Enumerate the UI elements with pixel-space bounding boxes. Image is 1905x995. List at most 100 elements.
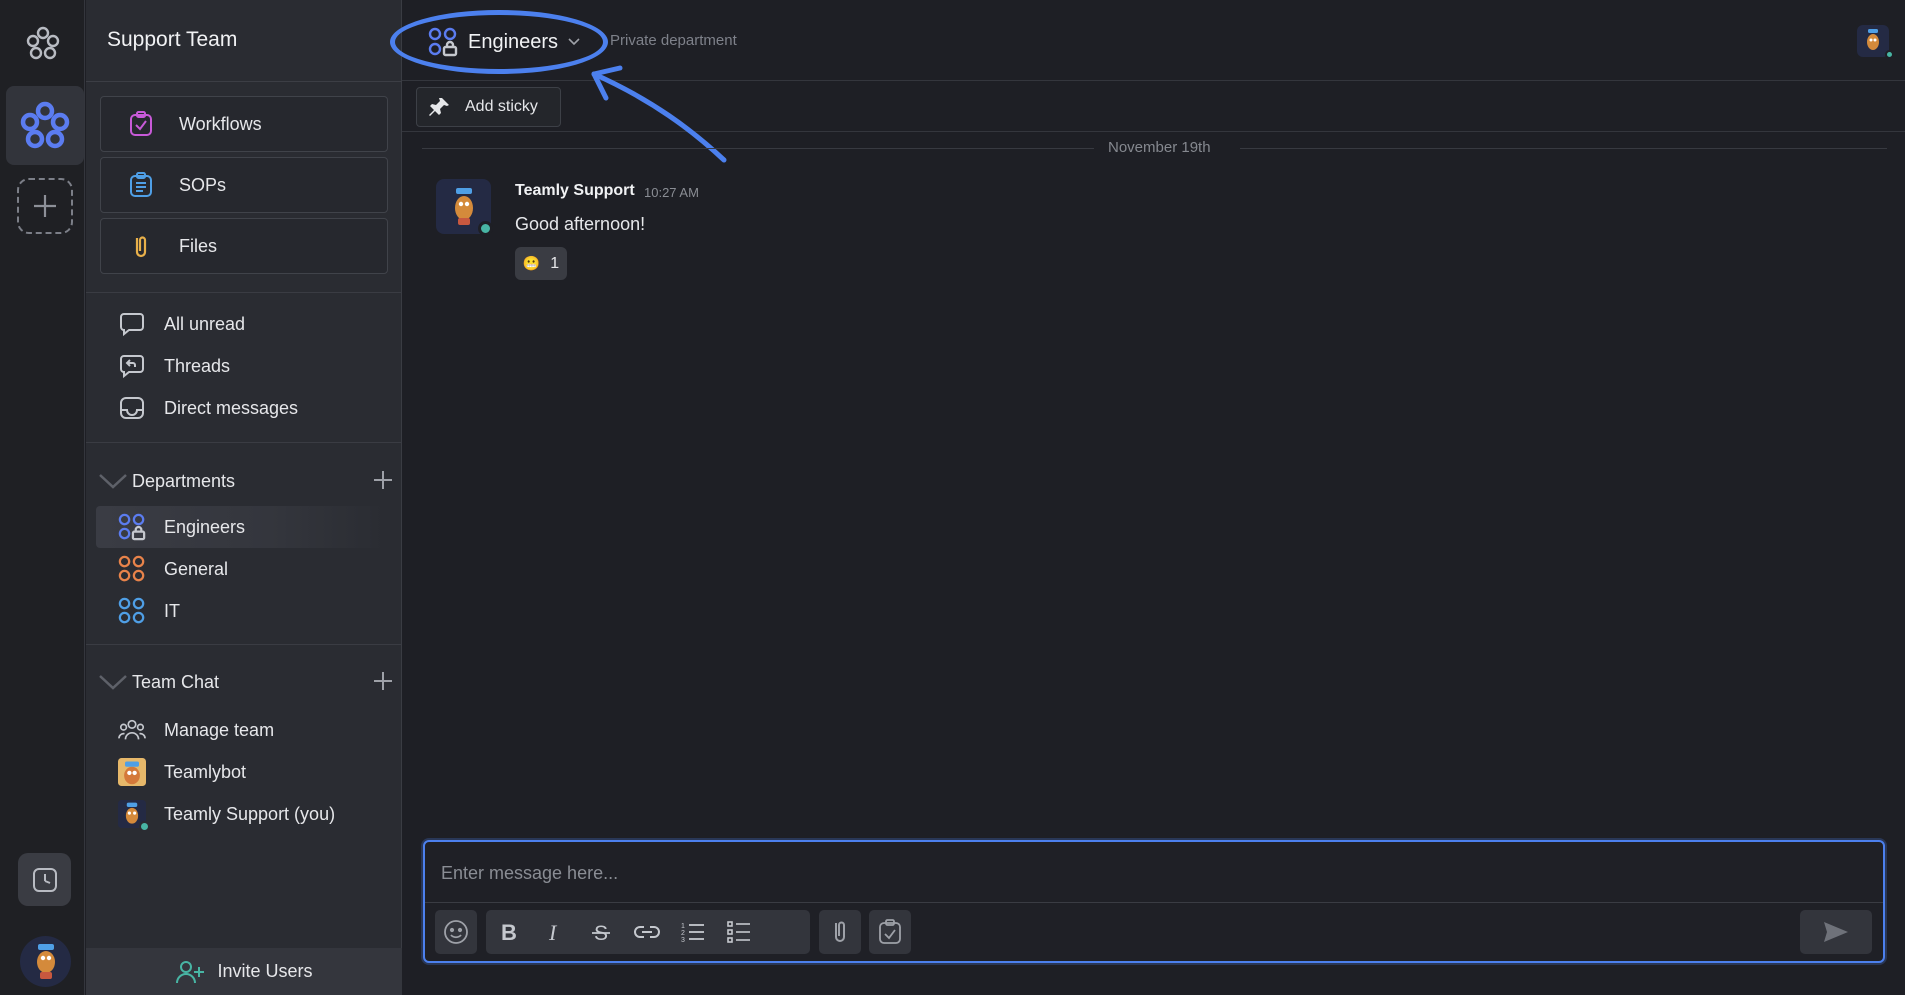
date-divider-line (422, 148, 1094, 149)
emoji-group (435, 910, 477, 954)
annotation-arrow (591, 65, 727, 163)
add-chat-icon[interactable] (372, 670, 394, 692)
attach-button[interactable] (819, 910, 861, 954)
department-icon (118, 597, 146, 625)
task-button[interactable] (869, 910, 911, 954)
date-divider-line (1240, 148, 1887, 149)
department-label: Engineers (164, 516, 246, 537)
department-general[interactable]: General (118, 553, 228, 585)
task-icon (879, 919, 901, 944)
divider (86, 292, 402, 293)
emoji-icon (444, 920, 468, 944)
message-input[interactable] (441, 858, 1861, 888)
team-icon (118, 716, 146, 744)
workflows-button[interactable]: Workflows (100, 96, 388, 152)
user-avatar[interactable] (20, 936, 71, 987)
workspace-support-team[interactable] (6, 86, 84, 165)
history-button[interactable] (18, 853, 71, 906)
chevron-down-icon[interactable] (98, 472, 132, 490)
online-status-dot (139, 821, 150, 832)
workspace-rail (0, 0, 85, 995)
bold-icon: B (501, 921, 517, 943)
department-title: Engineers (468, 30, 559, 53)
pin-icon (429, 98, 449, 116)
files-button[interactable]: Files (100, 218, 388, 274)
italic-button[interactable]: I (532, 910, 578, 954)
reaction-count: 1 (550, 254, 560, 272)
nav-threads[interactable]: Threads (118, 350, 230, 382)
send-button[interactable] (1800, 910, 1872, 954)
threads-icon (118, 352, 146, 380)
department-it[interactable]: IT (118, 595, 180, 627)
header-user-avatar[interactable] (1857, 25, 1889, 57)
avatar-icon (36, 943, 55, 979)
online-status-dot (478, 221, 493, 236)
ordered-list-button[interactable]: 123 (670, 910, 716, 954)
sops-label: SOPs (179, 174, 227, 195)
nav-label: All unread (164, 313, 246, 334)
departments-label: Departments (132, 470, 236, 491)
strikethrough-icon: S (592, 922, 610, 943)
strikethrough-button[interactable]: S (578, 910, 624, 954)
chat-label: Teamlybot (164, 761, 247, 782)
departments-header[interactable]: Departments (98, 466, 394, 496)
date-divider: November 19th (1108, 139, 1211, 156)
format-toolbar: B I S 123 (486, 910, 810, 954)
bold-button[interactable]: B (486, 910, 532, 954)
bullet-list-icon (727, 921, 750, 943)
chat-teamly-support[interactable]: Teamly Support (you) (118, 798, 335, 832)
add-workspace-button[interactable] (17, 178, 73, 234)
chevron-down-icon (568, 38, 580, 46)
nav-label: Threads (164, 355, 231, 376)
nav-direct-messages[interactable]: Direct messages (118, 392, 298, 424)
team-chat-header[interactable]: Team Chat (98, 667, 394, 697)
chat-bubble-icon (118, 310, 146, 338)
divider (86, 442, 402, 443)
message-author[interactable]: Teamly Support (515, 182, 635, 200)
sops-button[interactable]: SOPs (100, 157, 388, 213)
link-button[interactable] (624, 910, 670, 954)
manage-team[interactable]: Manage team (118, 714, 274, 746)
bot-avatar (118, 758, 146, 786)
reaction-emoji: 😬 (522, 255, 541, 271)
reaction-chip[interactable]: 😬 1 (515, 247, 567, 280)
svg-text:I: I (548, 921, 558, 943)
invite-users-label: Invite Users (217, 961, 313, 981)
workspace-logo-icon (20, 101, 70, 148)
task-group (869, 910, 911, 954)
divider (425, 902, 1883, 903)
app-logo-icon[interactable] (23, 24, 63, 64)
message-composer: B I S 123 (423, 840, 1885, 963)
chevron-down-icon[interactable] (98, 673, 132, 691)
main-panel: Engineers Private department Add sticky … (390, 0, 1905, 995)
sops-icon (130, 172, 152, 197)
department-subtitle: Private department (610, 32, 737, 49)
chat-teamlybot[interactable]: Teamlybot (118, 756, 246, 788)
nav-all-unread[interactable]: All unread (118, 308, 245, 340)
files-label: Files (179, 235, 218, 256)
private-department-icon (428, 27, 458, 57)
divider (86, 644, 402, 645)
inbox-icon (118, 394, 146, 422)
attach-group (819, 910, 861, 954)
italic-icon: I (548, 921, 558, 943)
add-sticky-button[interactable]: Add sticky (416, 87, 561, 127)
emoji-button[interactable] (435, 910, 477, 954)
nav-label: Direct messages (164, 397, 299, 418)
bullet-list-button[interactable] (716, 910, 762, 954)
add-user-icon (176, 960, 205, 983)
department-label: IT (164, 600, 180, 621)
workflows-label: Workflows (179, 113, 262, 134)
team-name[interactable]: Support Team (107, 28, 237, 52)
chat-label: Manage team (164, 719, 275, 740)
avatar-icon (454, 187, 473, 225)
department-engineers[interactable]: Engineers (118, 511, 245, 543)
svg-text:B: B (501, 921, 517, 943)
clock-icon (32, 867, 57, 892)
add-sticky-label: Add sticky (465, 98, 538, 115)
private-department-icon (118, 513, 146, 541)
department-switcher[interactable]: Engineers (416, 20, 592, 64)
sidebar: Support Team Workflows SOPs Files All un… (86, 0, 402, 995)
invite-users-button[interactable]: Invite Users (86, 948, 402, 995)
add-department-icon[interactable] (372, 469, 394, 491)
